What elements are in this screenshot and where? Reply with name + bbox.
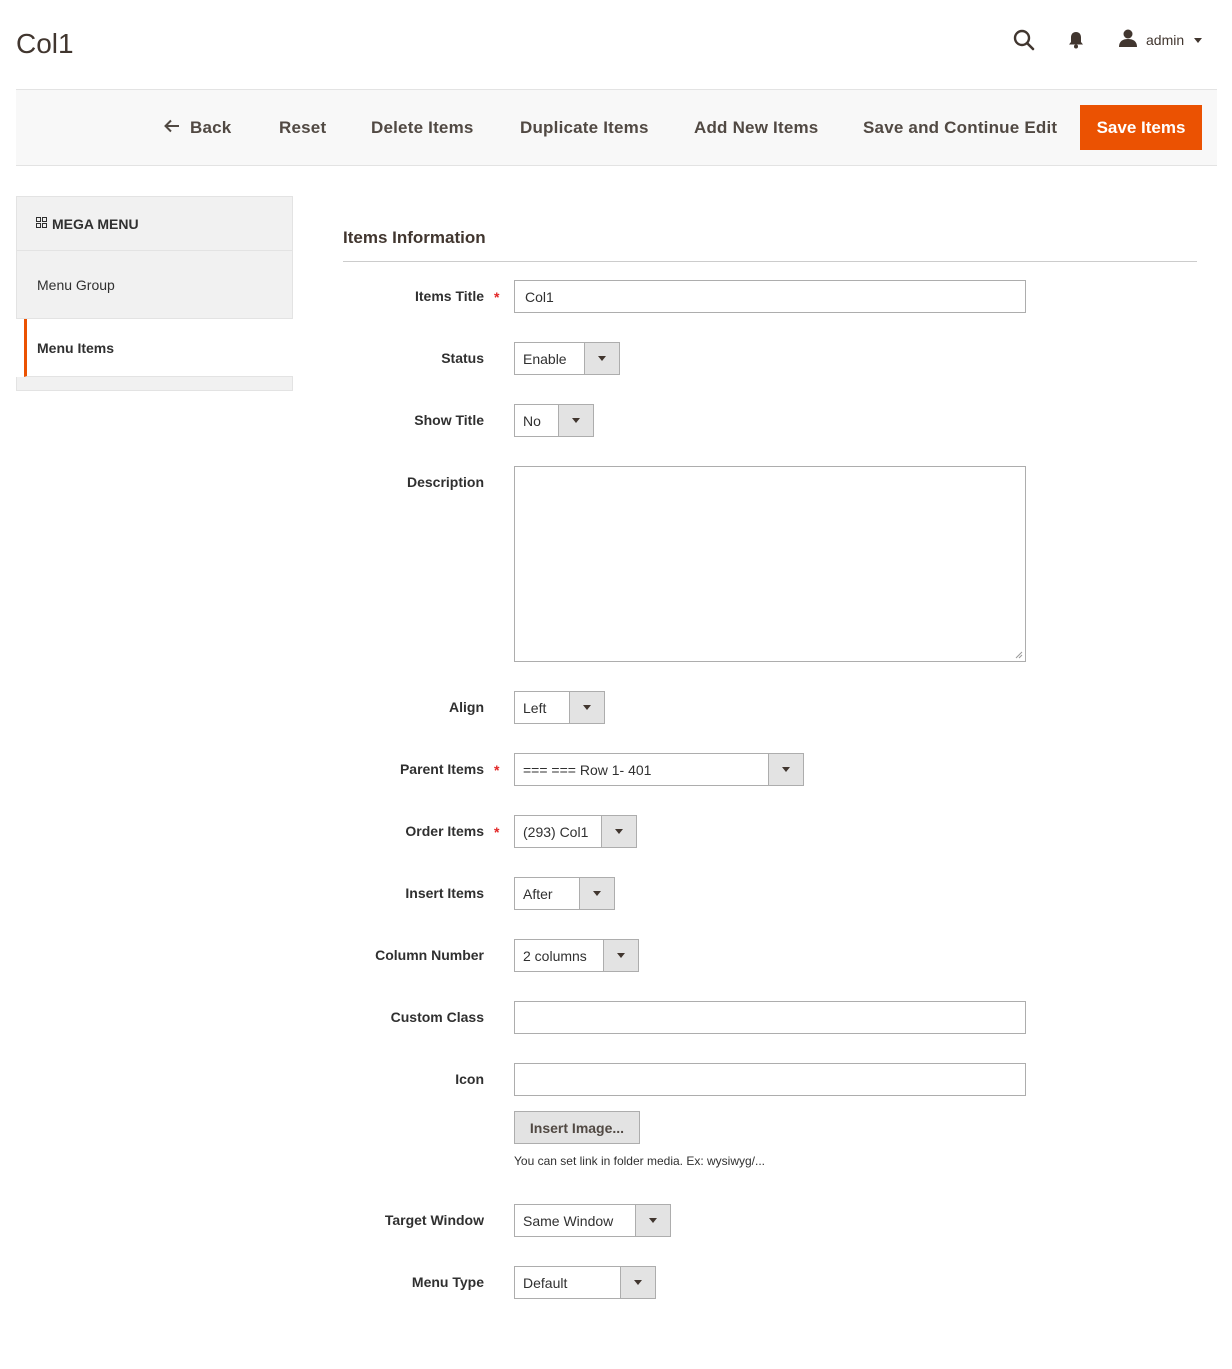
description-textarea[interactable] [514, 466, 1026, 662]
order-items-label: Order Items [405, 823, 484, 839]
sidebar-item-menu-items[interactable]: Menu Items [24, 319, 293, 377]
back-button[interactable]: Back [164, 118, 231, 138]
sidebar-heading: MEGA MENU [16, 196, 293, 251]
align-select[interactable]: Left [514, 691, 605, 724]
column-number-label: Column Number [375, 947, 484, 963]
items-title-input[interactable]: Col1 [514, 280, 1026, 313]
status-value: Enable [523, 350, 567, 367]
chevron-down-icon [601, 816, 636, 847]
menu-type-select[interactable]: Default [514, 1266, 656, 1299]
add-new-items-button[interactable]: Add New Items [694, 118, 818, 138]
chevron-down-icon [579, 878, 614, 909]
column-number-value: 2 columns [523, 947, 587, 964]
save-and-continue-button[interactable]: Save and Continue Edit [863, 118, 1057, 138]
show-title-label: Show Title [414, 412, 484, 428]
parent-items-select[interactable]: === === Row 1- 401 [514, 753, 804, 786]
order-items-value: (293) Col1 [523, 823, 589, 840]
delete-items-button[interactable]: Delete Items [371, 118, 474, 138]
custom-class-input[interactable] [514, 1001, 1026, 1034]
chevron-down-icon [768, 754, 803, 785]
chevron-down-icon [603, 940, 638, 971]
insert-items-select[interactable]: After [514, 877, 615, 910]
column-number-select[interactable]: 2 columns [514, 939, 639, 972]
target-window-select[interactable]: Same Window [514, 1204, 671, 1237]
menu-type-label: Menu Type [411, 1274, 484, 1290]
target-window-label: Target Window [384, 1212, 484, 1228]
sidebar-item-label: Menu Items [37, 339, 115, 356]
required-marker: * [494, 289, 500, 305]
admin-user-menu[interactable]: admin [1118, 24, 1203, 56]
insert-items-label: Insert Items [405, 885, 484, 901]
resize-handle-icon[interactable] [1015, 651, 1023, 659]
items-title-label: Items Title [415, 288, 484, 304]
align-value: Left [523, 699, 547, 716]
duplicate-items-button[interactable]: Duplicate Items [520, 118, 649, 138]
show-title-value: No [523, 412, 541, 429]
sidebar-item-menu-group[interactable]: Menu Group [16, 251, 293, 319]
chevron-down-icon [620, 1267, 655, 1298]
user-icon [1118, 28, 1138, 53]
parent-items-value: === === Row 1- 401 [523, 761, 652, 778]
chevron-down-icon [558, 405, 593, 436]
sidebar-heading-label: MEGA MENU [52, 215, 139, 232]
status-label: Status [441, 350, 484, 366]
menu-type-value: Default [523, 1274, 568, 1291]
chevron-down-icon [1194, 37, 1203, 43]
notification-bell-icon[interactable] [1060, 24, 1092, 56]
section-divider [343, 261, 1197, 262]
align-label: Align [449, 699, 484, 715]
order-items-select[interactable]: (293) Col1 [514, 815, 637, 848]
required-marker: * [494, 824, 500, 840]
reset-button[interactable]: Reset [279, 118, 326, 138]
target-window-value: Same Window [523, 1212, 614, 1229]
show-title-select[interactable]: No [514, 404, 594, 437]
icon-field-note: You can set link in folder media. Ex: wy… [514, 1154, 766, 1168]
insert-image-button[interactable]: Insert Image... [514, 1111, 640, 1144]
description-label: Description [406, 474, 484, 490]
items-title-value: Col1 [525, 288, 554, 305]
admin-username: admin [1146, 32, 1185, 48]
arrow-left-icon [164, 118, 180, 138]
chevron-down-icon [569, 692, 604, 723]
page-title: Col1 [16, 28, 74, 59]
required-marker: * [494, 762, 500, 778]
sidebar-footer [16, 377, 293, 391]
insert-items-value: After [523, 885, 553, 902]
custom-class-label: Custom Class [390, 1009, 484, 1025]
section-title: Items Information [343, 228, 486, 247]
page-actions-toolbar: Back Reset Delete Items Duplicate Items … [16, 89, 1217, 166]
status-select[interactable]: Enable [514, 342, 620, 375]
chevron-down-icon [635, 1205, 670, 1236]
back-label: Back [190, 118, 232, 137]
parent-items-label: Parent Items [399, 761, 484, 777]
icon-input[interactable] [514, 1063, 1026, 1096]
search-icon[interactable] [1008, 24, 1040, 56]
grid-icon [36, 215, 47, 233]
sidebar-item-label: Menu Group [37, 276, 115, 293]
icon-label: Icon [455, 1071, 484, 1087]
chevron-down-icon [584, 343, 619, 374]
save-items-button[interactable]: Save Items [1080, 105, 1202, 150]
sidebar: MEGA MENU Menu Group Menu Items [16, 196, 293, 391]
